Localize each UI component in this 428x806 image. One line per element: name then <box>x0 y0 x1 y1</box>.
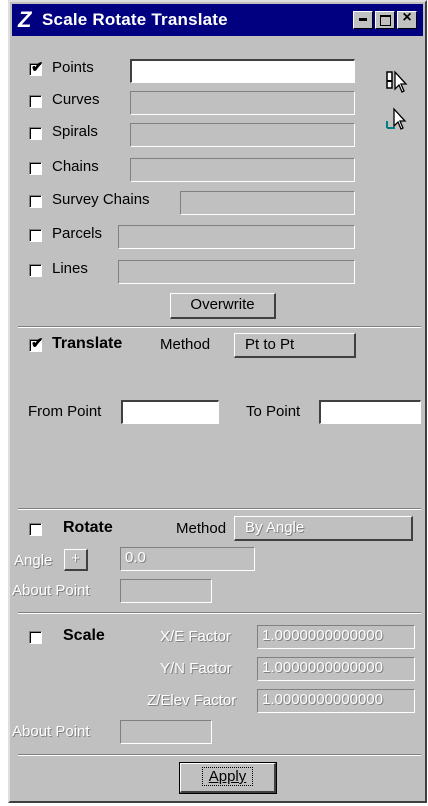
spirals-checkbox[interactable] <box>29 127 42 140</box>
pick-pointer-button[interactable] <box>384 105 412 133</box>
overwrite-button[interactable]: Overwrite <box>170 293 276 319</box>
close-icon: × <box>402 9 412 26</box>
translate-method-dropdown[interactable]: Pt to Pt <box>234 333 356 358</box>
minimize-button[interactable] <box>353 11 373 29</box>
from-point-label: From Point <box>28 403 102 420</box>
z-factor-field[interactable]: 1.0000000000000 <box>257 689 415 713</box>
parcels-field[interactable] <box>118 225 355 249</box>
app-logo-icon: Z <box>18 7 32 32</box>
rotate-about-point-label: About Point <box>12 582 90 599</box>
scale-rotate-translate-dialog: Z Scale Rotate Translate × ✔ Points Curv… <box>8 0 427 803</box>
title-bar[interactable]: Z Scale Rotate Translate × <box>12 4 423 36</box>
angle-field[interactable]: 0.0 <box>120 547 255 571</box>
survey-chains-checkbox[interactable] <box>29 195 42 208</box>
translate-label: Translate <box>52 335 123 352</box>
lines-checkbox[interactable] <box>29 264 42 277</box>
parcels-label: Parcels <box>52 225 103 242</box>
to-point-label: To Point <box>246 403 301 420</box>
spirals-label: Spirals <box>52 123 98 140</box>
angle-sign-button[interactable]: + <box>64 549 88 571</box>
rotate-about-point-field[interactable] <box>120 579 212 603</box>
y-factor-field[interactable]: 1.0000000000000 <box>257 657 415 681</box>
minimize-icon <box>354 18 372 21</box>
parcels-checkbox[interactable] <box>29 229 42 242</box>
curves-field[interactable] <box>130 91 355 115</box>
z-factor-label: Z/Elev Factor <box>147 692 237 709</box>
element-select-icon <box>386 70 408 93</box>
x-factor-label: X/E Factor <box>160 628 231 645</box>
points-label: Points <box>52 59 94 76</box>
divider <box>18 326 421 328</box>
maximize-icon <box>376 15 394 26</box>
window-title: Scale Rotate Translate <box>42 10 228 29</box>
rotate-method-dropdown[interactable]: By Angle <box>234 516 413 541</box>
points-field[interactable] <box>130 59 355 83</box>
divider <box>18 612 421 614</box>
survey-chains-field[interactable] <box>180 191 355 215</box>
element-select-button[interactable] <box>384 68 412 96</box>
lines-field[interactable] <box>118 260 355 284</box>
rotate-method-label: Method <box>176 520 227 537</box>
scale-about-point-field[interactable] <box>120 720 212 744</box>
from-point-field[interactable] <box>121 400 219 424</box>
maximize-button[interactable] <box>375 11 395 29</box>
to-point-field[interactable] <box>319 400 421 424</box>
chains-checkbox[interactable] <box>29 162 42 175</box>
checkmark-icon: ✔ <box>31 59 44 76</box>
curves-label: Curves <box>52 91 100 108</box>
divider <box>18 754 421 756</box>
angle-label: Angle <box>14 552 53 569</box>
y-factor-label: Y/N Factor <box>160 660 232 677</box>
lines-label: Lines <box>52 260 88 277</box>
x-factor-field[interactable]: 1.0000000000000 <box>257 625 415 649</box>
points-checkbox[interactable]: ✔ <box>29 59 44 76</box>
spirals-field[interactable] <box>130 123 355 147</box>
scale-about-point-label: About Point <box>12 723 90 740</box>
translate-checkbox[interactable]: ✔ <box>29 335 44 352</box>
rotate-label: Rotate <box>63 519 113 536</box>
pick-pointer-icon <box>386 107 407 130</box>
divider <box>18 508 421 510</box>
close-button[interactable]: × <box>397 9 417 29</box>
translate-method-label: Method <box>160 336 211 353</box>
checkmark-icon: ✔ <box>31 335 44 352</box>
rotate-checkbox[interactable] <box>29 523 42 536</box>
chains-label: Chains <box>52 158 99 175</box>
survey-chains-label: Survey Chains <box>52 191 150 208</box>
scale-checkbox[interactable] <box>29 631 42 644</box>
chains-field[interactable] <box>130 158 355 182</box>
apply-button[interactable]: Apply <box>179 762 277 794</box>
curves-checkbox[interactable] <box>29 95 42 108</box>
scale-label: Scale <box>63 627 105 644</box>
